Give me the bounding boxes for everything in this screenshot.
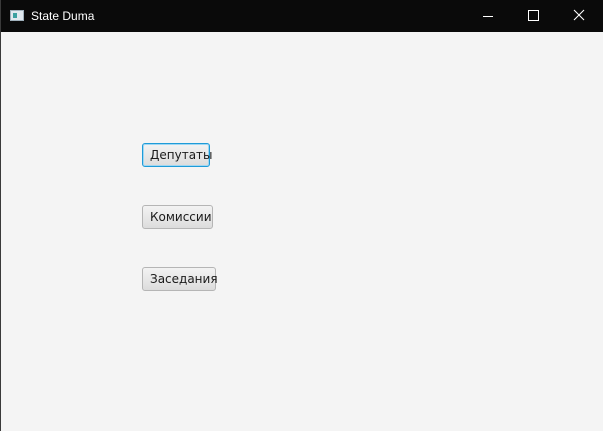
maximize-button[interactable] — [511, 0, 557, 32]
minimize-icon — [483, 16, 493, 17]
main-content: Депутаты Комиссии Заседания — [1, 32, 603, 431]
window-title: State Duma — [31, 9, 95, 23]
java-app-icon — [10, 10, 24, 21]
close-button[interactable] — [557, 0, 603, 32]
close-icon — [573, 9, 585, 21]
minimize-button[interactable] — [465, 0, 511, 32]
app-window: State Duma Депутаты Комиссии Заседания — [0, 0, 603, 431]
maximize-icon — [528, 10, 539, 21]
sessions-button[interactable]: Заседания — [142, 267, 218, 291]
deputies-button[interactable]: Депутаты — [142, 143, 213, 167]
commissions-button[interactable]: Комиссии — [142, 205, 213, 229]
title-bar[interactable]: State Duma — [1, 0, 603, 32]
